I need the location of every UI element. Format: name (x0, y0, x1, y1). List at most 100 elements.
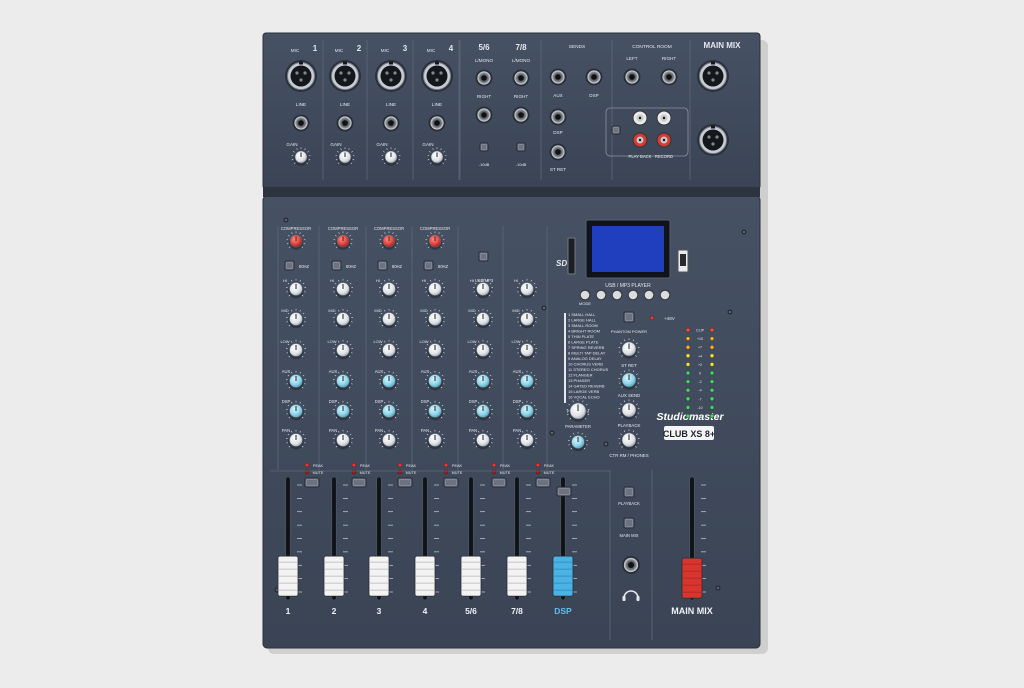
st-ret-jack-right[interactable] (550, 144, 567, 161)
mic-xlr-input-2[interactable] (329, 60, 361, 92)
fader-label-8: MAIN MIX (671, 606, 713, 616)
program-list-bar (564, 313, 566, 403)
fx-program-15: 15 LARGE VERB (568, 389, 599, 394)
lcd-display (592, 226, 664, 272)
mic-xlr-input-3[interactable] (375, 60, 407, 92)
st-ret-jack-left[interactable] (550, 109, 567, 126)
stereo-channel-number: 5/6 (478, 43, 490, 52)
playback-button[interactable] (624, 487, 634, 497)
gain-label: GAIN (286, 142, 297, 147)
stereo-left-jack-2[interactable] (513, 70, 530, 87)
peak-label: PEAK (313, 464, 324, 468)
dsp-send-jack[interactable] (586, 69, 603, 86)
main-mix-button[interactable] (624, 518, 634, 528)
rca-record-label: RECORD (655, 154, 673, 159)
aux-send-jack[interactable] (550, 69, 567, 86)
control-room-right-label: RIGHT (662, 56, 676, 61)
eq-low-label: LOW (327, 339, 336, 344)
low-cut-button-2[interactable] (332, 261, 341, 270)
stereo-left-jack-1[interactable] (476, 70, 493, 87)
line-jack-input-4[interactable] (429, 115, 446, 132)
fx-program-9: 9 ANALOG DELAY (568, 356, 602, 361)
meter-label-7: -2 (698, 380, 701, 384)
level-switch-1[interactable] (480, 143, 488, 151)
control-room-right-jack[interactable] (661, 69, 678, 86)
meter-led-right-9 (710, 397, 714, 401)
lmono-label: L/MONO (512, 58, 531, 63)
mic-xlr-input-1[interactable] (285, 60, 317, 92)
phantom-power-button[interactable] (624, 312, 634, 322)
control-room-left-jack[interactable] (624, 69, 641, 86)
meter-led-left-11 (686, 414, 690, 418)
rca-jack-1[interactable] (633, 111, 647, 125)
line-jack-input-3[interactable] (383, 115, 400, 132)
screw (728, 310, 733, 315)
stereo-right-jack-2[interactable] (513, 107, 530, 124)
mute-label: MUTE (452, 471, 463, 475)
eq-low-label: LOW (373, 339, 382, 344)
mic-channel-number: 3 (403, 44, 408, 53)
eq-mid-label: MID (512, 308, 519, 313)
level-switch-legend: -10dB (516, 162, 527, 167)
player-button-4[interactable] (628, 290, 638, 300)
mute-button-1[interactable] (305, 478, 319, 487)
eq-mid-label: MID (281, 308, 288, 313)
rca-jack-2[interactable] (657, 111, 671, 125)
eq-low-label: LOW (419, 339, 428, 344)
rca-jack-4[interactable] (657, 133, 671, 147)
rca-switch[interactable] (612, 126, 620, 134)
mute-button-2[interactable] (352, 478, 366, 487)
gain-label: GAIN (376, 142, 387, 147)
fader-label-6: 7/8 (511, 606, 523, 616)
line-jack-input-1[interactable] (293, 115, 310, 132)
line-jack-input-2[interactable] (337, 115, 354, 132)
control-room-left-label: LEFT (626, 56, 637, 61)
panel-gap (263, 187, 760, 197)
screw (716, 586, 721, 591)
meter-led-right-3 (710, 345, 714, 349)
player-button-5[interactable] (644, 290, 654, 300)
mute-button-4[interactable] (444, 478, 458, 487)
low-cut-button-3[interactable] (378, 261, 387, 270)
stereo-right-jack-1[interactable] (476, 107, 493, 124)
eq-hi-label: HI (470, 278, 474, 283)
player-button-1[interactable] (580, 290, 590, 300)
meter-label-9: -7 (698, 397, 701, 401)
usb-mp3-button[interactable] (479, 252, 488, 261)
control-room-label: CONTROL ROOM (632, 44, 672, 50)
mute-label: MUTE (360, 471, 371, 475)
peak-led-3 (398, 463, 402, 467)
mute-button-5[interactable] (492, 478, 506, 487)
peak-led-6 (536, 463, 540, 467)
mute-button-6[interactable] (536, 478, 550, 487)
st-ret-knob-label: ST RET (621, 363, 637, 368)
fx-program-3: 3 SMALL ROOM (568, 323, 598, 328)
player-button-3[interactable] (612, 290, 622, 300)
compressor-label: COMPRESSOR (374, 226, 404, 231)
peak-label: PEAK (500, 464, 511, 468)
mic-xlr-input-4[interactable] (421, 60, 453, 92)
mic-channel-number: 2 (357, 44, 362, 53)
fx-program-11: 11 STEREO CHORUS (568, 367, 608, 372)
compressor-label: COMPRESSOR (328, 226, 358, 231)
low-cut-button-1[interactable] (285, 261, 294, 270)
meter-led-right-2 (710, 337, 714, 341)
meter-led-right-4 (710, 354, 714, 358)
player-button-6[interactable] (660, 290, 670, 300)
meter-label-1: CLIP (696, 329, 705, 333)
playback-knob-label: PLAYBACK (618, 423, 641, 428)
level-switch-2[interactable] (517, 143, 525, 151)
main-mix-xlr-right[interactable] (697, 124, 729, 156)
mute-button-3[interactable] (398, 478, 412, 487)
sd-card-slot[interactable] (568, 238, 575, 274)
low-cut-button-4[interactable] (424, 261, 433, 270)
player-button-2[interactable] (596, 290, 606, 300)
main-mix-xlr-left[interactable] (697, 60, 729, 92)
meter-led-left-8 (686, 388, 690, 392)
dsp-mute-button[interactable] (557, 487, 571, 496)
peak-led-1 (305, 463, 309, 467)
rca-jack-3[interactable] (633, 133, 647, 147)
level-switch-legend: -10dB (479, 162, 490, 167)
headphones-jack[interactable] (622, 556, 640, 574)
fx-program-12: 12 FLANGER (568, 373, 593, 378)
